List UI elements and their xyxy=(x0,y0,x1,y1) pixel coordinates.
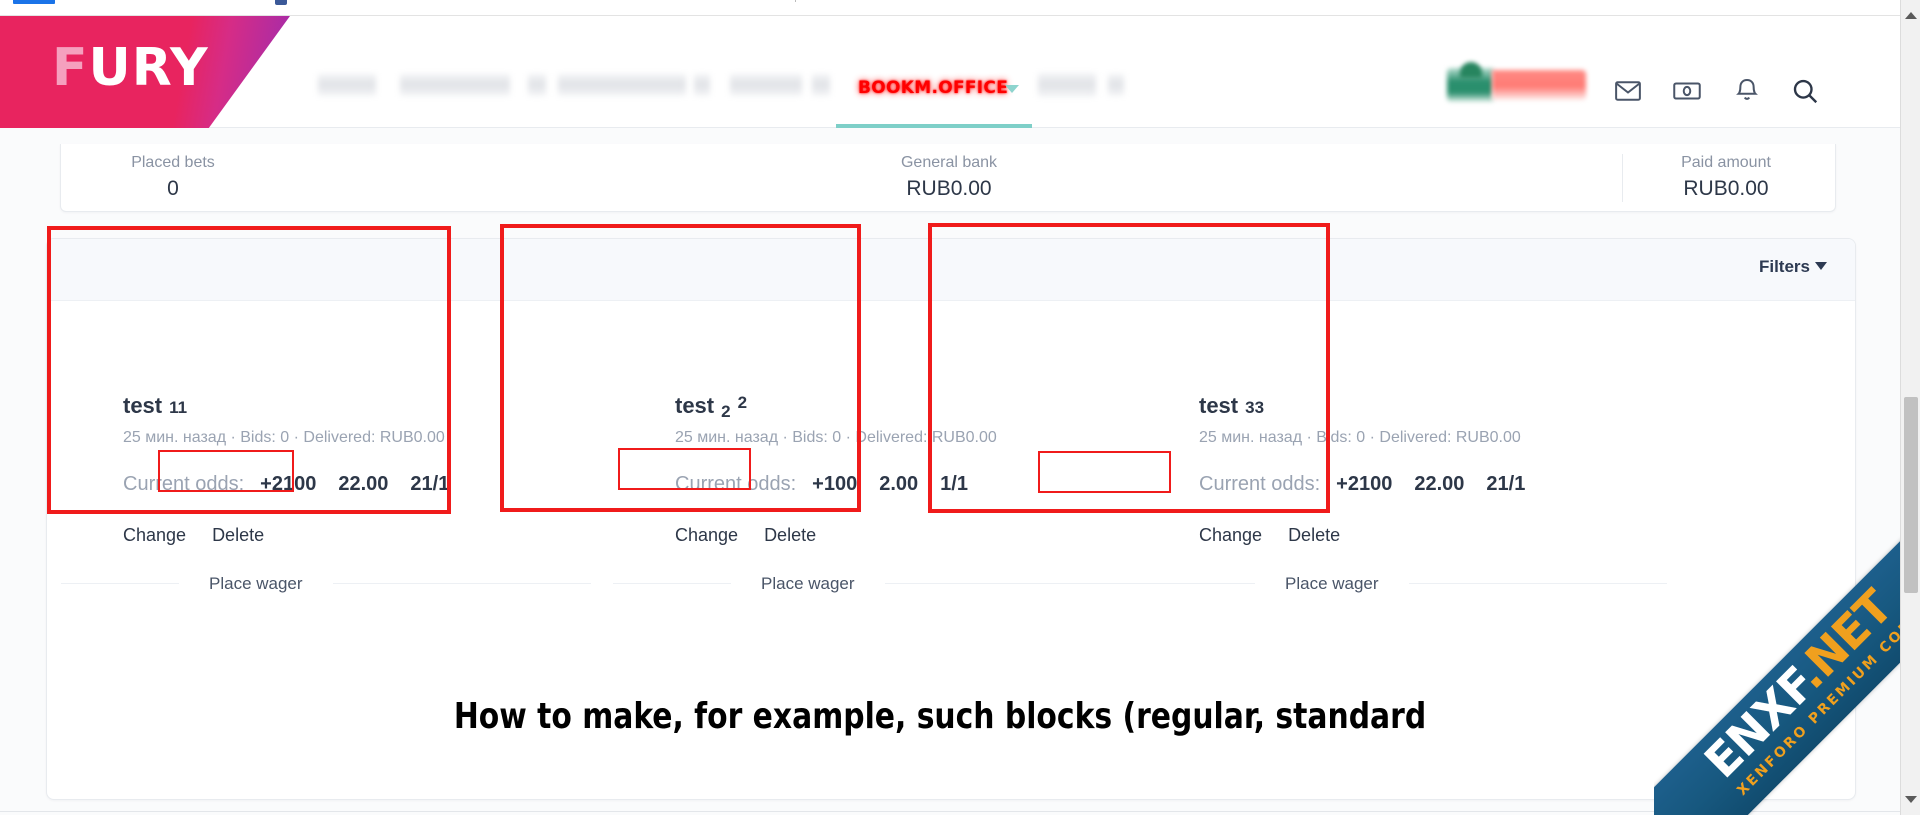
change-link[interactable]: Change xyxy=(675,525,738,545)
browser-toolbar-tick xyxy=(795,0,796,2)
bet-card-title-suffix: 2 xyxy=(721,402,731,421)
search-icon[interactable] xyxy=(1790,76,1820,106)
nav-item-blurred-9[interactable] xyxy=(1108,74,1124,96)
page-scroll-area: FURY BOOKM.OFFICE Placed bets 0 General … xyxy=(0,16,1900,815)
bet-card-meta: 25 мин. назад · Bids: 0 · Delivered: RUB… xyxy=(675,429,997,446)
stat-paid-amount: Paid amount RUB0.00 xyxy=(1636,152,1816,203)
odds-fractional: 21/1 xyxy=(410,473,450,495)
bet-card-actions: Change Delete xyxy=(675,525,842,546)
stats-summary-bar: Placed bets 0 General bank RUB0.00 Paid … xyxy=(60,144,1836,212)
odds-american: +2100 xyxy=(1336,473,1393,495)
bet-card-title-main: test xyxy=(1199,393,1239,418)
filters-button[interactable]: Filters xyxy=(1759,257,1827,277)
chevron-down-icon xyxy=(1815,262,1827,270)
nav-item-bookmaker-office[interactable]: BOOKM.OFFICE xyxy=(858,78,1008,98)
panel-header: Filters xyxy=(47,239,1855,301)
bet-card[interactable]: test 2 2 25 мин. назад · Bids: 0 · Deliver… xyxy=(613,301,1143,641)
active-tab-underline xyxy=(836,124,1032,128)
nav-item-blurred-4[interactable] xyxy=(558,74,686,96)
bet-card-odds: Current odds: +100 2.00 1/1 xyxy=(675,473,968,496)
delete-link[interactable]: Delete xyxy=(1288,525,1340,545)
stat-divider xyxy=(1622,154,1623,202)
odds-decimal: 22.00 xyxy=(338,473,389,495)
bet-card-odds: Current odds: +2100 22.00 21/1 xyxy=(1199,473,1525,496)
scroll-up-arrow-icon[interactable] xyxy=(1905,12,1917,19)
bet-card-title-main: test xyxy=(675,393,715,418)
nav-item-blurred-3[interactable] xyxy=(528,74,546,96)
odds-label: Current odds: xyxy=(675,473,797,495)
odds-fractional: 21/1 xyxy=(1486,473,1526,495)
odds-american: +2100 xyxy=(260,473,317,495)
scroll-down-arrow-icon[interactable] xyxy=(1905,796,1917,803)
change-link[interactable]: Change xyxy=(1199,525,1262,545)
odds-american: +100 xyxy=(812,473,858,495)
logo-letter-f: F xyxy=(52,38,89,98)
vertical-scrollbar[interactable] xyxy=(1900,0,1920,815)
nav-item-blurred-1[interactable] xyxy=(318,74,376,96)
stat-placed-bets: Placed bets 0 xyxy=(83,152,263,203)
bet-card-title: test 11 xyxy=(123,393,187,419)
odds-label: Current odds: xyxy=(123,473,245,495)
bet-card-title-superscript: 2 xyxy=(737,393,748,412)
mail-icon[interactable] xyxy=(1613,76,1643,106)
stat-value: 0 xyxy=(167,177,179,200)
odds-decimal: 2.00 xyxy=(879,473,919,495)
site-logo[interactable]: FURY xyxy=(0,16,290,128)
scrollbar-thumb[interactable] xyxy=(1904,397,1918,593)
bet-card-meta: 25 мин. назад · Bids: 0 · Delivered: RUB… xyxy=(1199,429,1521,446)
odds-fractional: 1/1 xyxy=(940,473,968,495)
bet-card-title-suffix: 33 xyxy=(1245,398,1265,417)
bet-card-title-main: test xyxy=(123,393,163,418)
delete-link[interactable]: Delete xyxy=(212,525,264,545)
logo-letters-ury: URY xyxy=(88,38,209,98)
bet-card-title-suffix: 11 xyxy=(169,398,188,417)
stat-general-bank: General bank RUB0.00 xyxy=(859,152,1039,203)
delete-link[interactable]: Delete xyxy=(764,525,816,545)
logo-text: FURY xyxy=(52,42,209,94)
stat-value: RUB0.00 xyxy=(1683,177,1769,200)
chevron-down-icon[interactable] xyxy=(1005,85,1019,93)
odds-label: Current odds: xyxy=(1199,473,1321,495)
stat-label: Placed bets xyxy=(131,154,215,171)
bet-card[interactable]: test 11 25 мин. назад · Bids: 0 · Deliver… xyxy=(61,301,591,641)
bet-card-odds: Current odds: +2100 22.00 21/1 xyxy=(123,473,449,496)
balance-chip-blurred[interactable] xyxy=(1492,70,1586,100)
nav-item-blurred-6[interactable] xyxy=(730,74,802,96)
place-wager-button[interactable]: Place wager xyxy=(179,561,333,607)
browser-tab-strip xyxy=(0,0,1900,16)
bell-icon[interactable] xyxy=(1732,76,1762,106)
stat-label: Paid amount xyxy=(1681,154,1771,171)
filters-label: Filters xyxy=(1758,257,1810,276)
nav-item-blurred-2[interactable] xyxy=(400,74,510,96)
stat-label: General bank xyxy=(900,154,998,171)
place-wager-button[interactable]: Place wager xyxy=(1255,561,1409,607)
bottom-divider xyxy=(0,811,1900,812)
top-navigation-bar: FURY BOOKM.OFFICE xyxy=(0,16,1900,128)
change-link[interactable]: Change xyxy=(123,525,186,545)
banknote-icon[interactable] xyxy=(1672,76,1702,106)
browser-tab-indicator[interactable] xyxy=(13,0,55,4)
bet-card-actions: Change Delete xyxy=(1199,525,1366,546)
nav-item-blurred-5[interactable] xyxy=(694,74,710,96)
bet-card[interactable]: test 33 25 мин. назад · Bids: 0 · Deliver… xyxy=(1137,301,1667,641)
bet-card-title: test 2 2 xyxy=(675,393,747,422)
place-wager-button[interactable]: Place wager xyxy=(731,561,885,607)
nav-item-blurred-8[interactable] xyxy=(1038,73,1096,97)
instructional-caption: How to make, for example, such blocks (r… xyxy=(453,696,1427,737)
nav-item-blurred-7[interactable] xyxy=(812,74,830,96)
bet-card-actions: Change Delete xyxy=(123,525,290,546)
browser-favicon xyxy=(275,0,287,5)
stat-value: RUB0.00 xyxy=(906,177,992,200)
avatar[interactable] xyxy=(1460,62,1482,78)
screenshot-root: FURY BOOKM.OFFICE Placed bets 0 General … xyxy=(0,0,1920,815)
bet-card-title: test 33 xyxy=(1199,393,1264,419)
bet-card-meta: 25 мин. назад · Bids: 0 · Delivered: RUB… xyxy=(123,429,445,446)
odds-decimal: 22.00 xyxy=(1414,473,1465,495)
